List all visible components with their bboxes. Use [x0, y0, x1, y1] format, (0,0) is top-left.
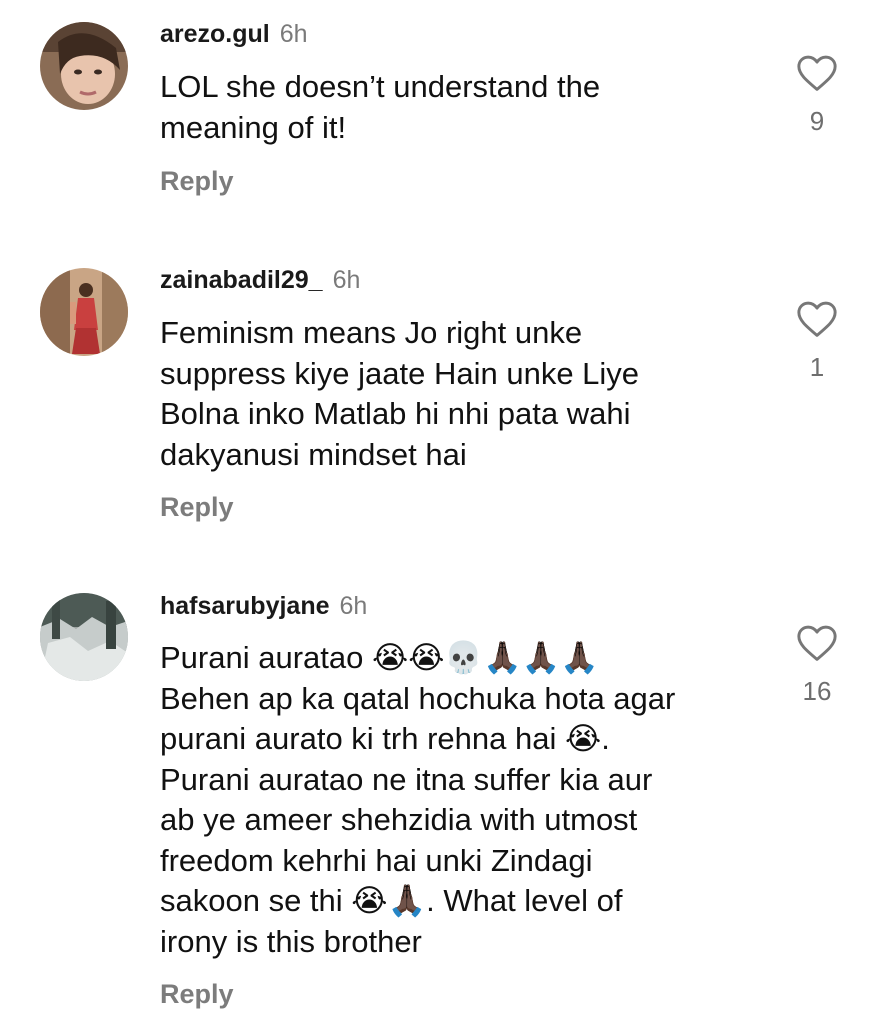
- like-button[interactable]: 16: [795, 624, 839, 707]
- comment-line: Behen ap ka qatal hochuka hota agar: [160, 680, 676, 716]
- comment-line: Purani auratao ne itna suffer kia aur: [160, 761, 653, 797]
- username[interactable]: hafsarubyjane: [160, 592, 330, 620]
- avatar[interactable]: [40, 593, 128, 681]
- user-avatar-icon: [40, 593, 128, 681]
- comment-line: sakoon se thi 😭🙏🏿. What level of: [160, 883, 623, 918]
- comment-item: hafsarubyjane 6h Purani auratao 😭😭💀🙏🏿🙏🏿🙏🏿…: [0, 0, 885, 1024]
- timestamp: 6h: [339, 592, 368, 620]
- comment-line: Purani auratao 😭😭💀🙏🏿🙏🏿🙏🏿: [160, 640, 599, 675]
- comment-meta: hafsarubyjane 6h: [160, 592, 367, 621]
- comment-line: irony is this brother: [160, 923, 422, 959]
- comment-text: Purani auratao 😭😭💀🙏🏿🙏🏿🙏🏿 Behen ap ka qat…: [160, 638, 760, 962]
- heart-icon[interactable]: [796, 624, 838, 662]
- like-count: 16: [802, 676, 832, 706]
- comment-line: freedom kehrhi hai unki Zindagi: [160, 842, 593, 878]
- reply-button[interactable]: Reply: [160, 979, 234, 1010]
- comment-line: purani aurato ki trh rehna hai 😭.: [160, 721, 610, 756]
- comment-line: ab ye ameer shehzidia with utmost: [160, 802, 638, 837]
